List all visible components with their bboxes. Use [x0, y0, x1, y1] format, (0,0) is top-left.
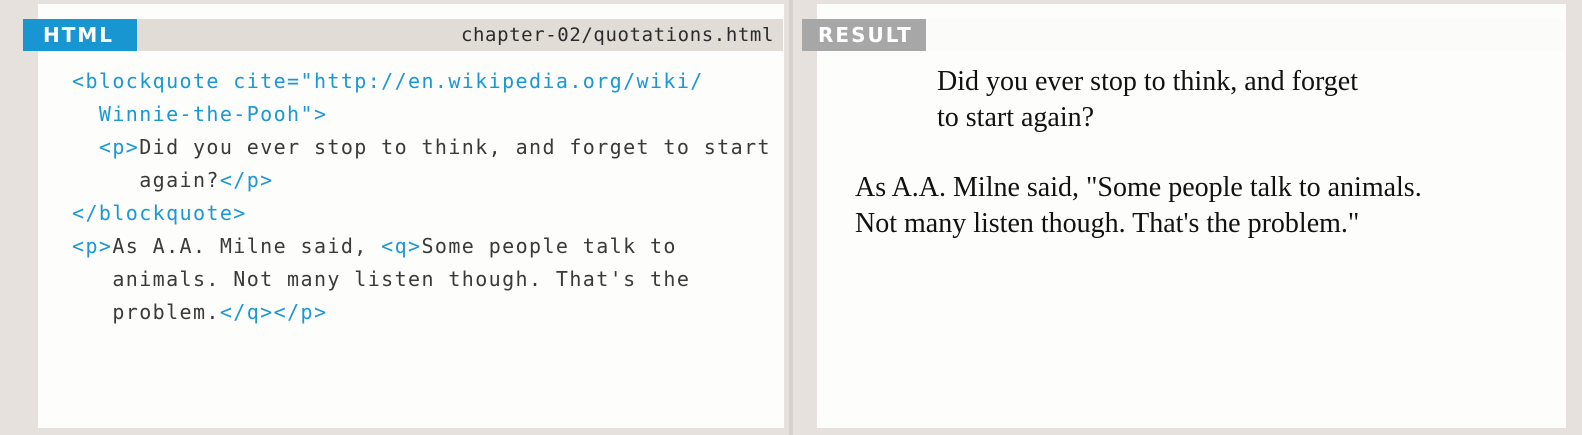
code-tag: <blockquote cite="http://en.wikipedia.or…: [72, 69, 704, 93]
code-line: animals. Not many listen though. That's …: [72, 263, 771, 296]
html-label: HTML: [23, 19, 137, 51]
code-line: </blockquote>: [72, 197, 771, 230]
code-line: Winnie-the-Pooh">: [72, 98, 771, 131]
paragraph-line: As A.A. Milne said, "Some people talk to…: [855, 172, 1422, 203]
file-name: chapter-02/quotations.html: [460, 24, 774, 46]
result-label: RESULT: [802, 19, 926, 51]
code-tag: <q>: [381, 234, 422, 258]
paragraph-line: Not many listen though. That's the probl…: [855, 208, 1360, 239]
code-line: <blockquote cite="http://en.wikipedia.or…: [72, 65, 771, 98]
code-tag: <p>: [72, 234, 113, 258]
code-line: again?</p>: [72, 164, 771, 197]
code-text: again?: [72, 168, 220, 192]
code-tag: <p>: [72, 135, 140, 159]
code-tag: </p>: [219, 168, 274, 192]
code-tag: Winnie-the-Pooh">: [72, 102, 328, 126]
code-line: problem.</q></p>: [72, 296, 771, 329]
blockquote-line: to start again?: [937, 102, 1095, 133]
blockquote-line: Did you ever stop to think, and forget: [937, 66, 1358, 97]
panel-divider: [789, 0, 793, 435]
code-block: <blockquote cite="http://en.wikipedia.or…: [72, 65, 771, 329]
code-text: Some people talk to: [421, 234, 677, 258]
code-text: animals. Not many listen though. That's …: [72, 267, 691, 291]
code-text: As A.A. Milne said,: [112, 234, 382, 258]
code-text: Did you ever stop to think, and forget t…: [139, 135, 771, 159]
code-tag: </blockquote>: [72, 201, 247, 225]
rendered-paragraph: As A.A. Milne said, "Some people talk to…: [855, 170, 1555, 242]
result-header-band: [926, 19, 1566, 51]
code-text: problem.: [72, 300, 220, 324]
code-tag: </q></p>: [219, 300, 328, 324]
code-line: <p>As A.A. Milne said, <q>Some people ta…: [72, 230, 771, 263]
code-line: <p>Did you ever stop to think, and forge…: [72, 131, 771, 164]
rendered-blockquote: Did you ever stop to think, and forget t…: [937, 64, 1497, 136]
